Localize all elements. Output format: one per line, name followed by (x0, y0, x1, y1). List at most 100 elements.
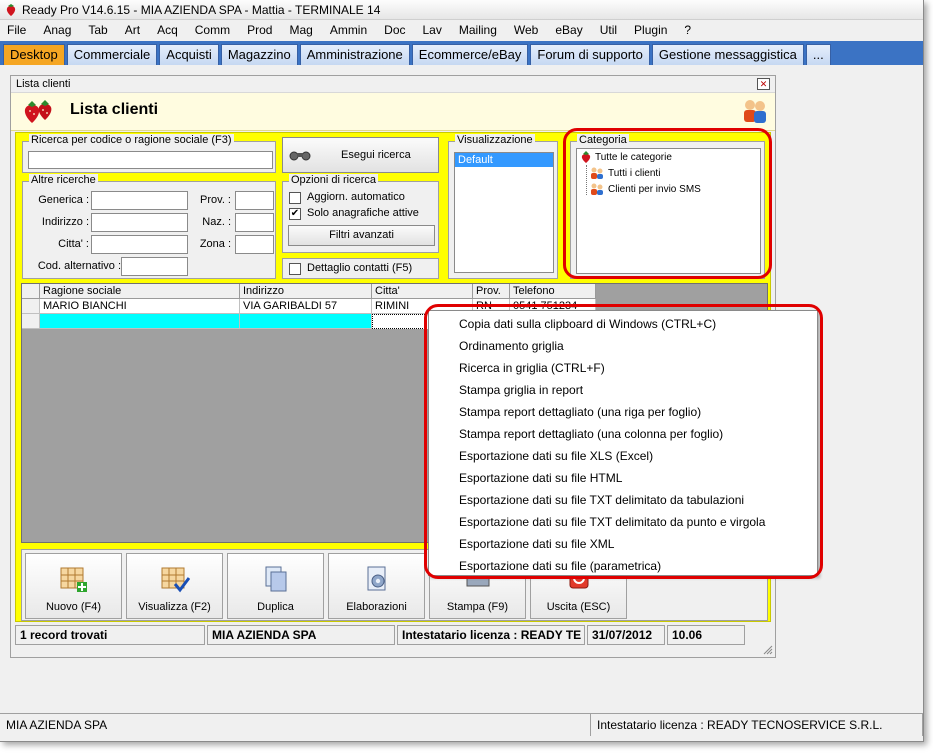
other-searches-group: Altre ricerche Generica : Indirizzo : Ci… (22, 174, 276, 279)
app-status-bar: MIA AZIENDA SPA Intestatario licenza : R… (0, 713, 923, 736)
resize-grip-icon[interactable] (763, 645, 773, 655)
tab-item[interactable]: Magazzino (220, 44, 298, 65)
contact-detail-label: Dettaglio contatti (F5) (307, 262, 413, 274)
window-caption: Lista clienti (11, 76, 775, 93)
menu-item[interactable]: Doc (376, 23, 414, 37)
tab-item[interactable]: Desktop (3, 44, 65, 65)
advanced-filters-button[interactable]: Filtri avanzati (288, 225, 435, 246)
tab-item[interactable]: Gestione messaggistica (651, 44, 804, 65)
indirizzo-label: Indirizzo : (41, 216, 89, 228)
exit-button-label: Uscita (ESC) (546, 601, 611, 613)
close-window-button[interactable]: ✕ (757, 78, 770, 90)
new-row-cell[interactable] (40, 314, 240, 329)
app-title: Ready Pro V14.6.15 - MIA AZIENDA SPA - M… (22, 2, 381, 17)
status-time: 10.06 (667, 625, 745, 645)
naz-label: Naz. : (202, 216, 231, 228)
view-listbox[interactable]: Default (454, 152, 554, 273)
cod-alt-input[interactable] (121, 257, 188, 276)
gear-document-icon (367, 566, 385, 591)
tab-item[interactable]: Ecommerce/eBay (411, 44, 529, 65)
grid-corner (22, 284, 40, 299)
app-license-holder: Intestatario licenza : READY TECNOSERVIC… (591, 714, 923, 736)
menu-item[interactable]: Mailing (451, 23, 506, 37)
view-button[interactable]: Visualizza (F2) (126, 553, 223, 619)
menu-item[interactable]: Util (592, 23, 626, 37)
citta-input[interactable] (91, 235, 188, 254)
table-cell[interactable]: MARIO BIANCHI (40, 299, 240, 314)
company-name: MIA AZIENDA SPA (207, 625, 395, 645)
active-only-checkbox[interactable]: ✔ (289, 208, 301, 220)
status-date: 31/07/2012 (587, 625, 665, 645)
grid-header-ragione-sociale[interactable]: Ragione sociale (40, 284, 240, 299)
new-button[interactable]: Nuovo (F4) (25, 553, 122, 619)
menu-item[interactable]: Plugin (626, 23, 676, 37)
menu-item[interactable]: File (0, 23, 35, 37)
generica-input[interactable] (91, 191, 188, 210)
main-search-input[interactable] (28, 151, 273, 169)
tab-item[interactable]: Amministrazione (299, 44, 410, 65)
menu-item[interactable]: Prod (239, 23, 281, 37)
license-holder: Intestatario licenza : READY TE (397, 625, 585, 645)
row-indicator (22, 299, 40, 314)
view-grid-icon (161, 567, 190, 593)
module-tab-bar: Desktop Commerciale Acquisti Magazzino Ammin… (0, 41, 923, 65)
naz-input[interactable] (235, 213, 274, 232)
search-options-label: Opzioni di ricerca (289, 174, 378, 186)
auto-update-checkbox[interactable] (289, 192, 301, 204)
table-cell[interactable]: VIA GARIBALDI 57 (240, 299, 372, 314)
grid-header-prov[interactable]: Prov. (473, 284, 510, 299)
menu-item[interactable]: Comm (187, 23, 239, 37)
window-header: Lista clienti (11, 93, 775, 131)
users-icon (744, 100, 766, 123)
menu-item[interactable]: Tab (80, 23, 116, 37)
strawberry-logo-icon (6, 3, 16, 16)
duplicate-button-label: Duplica (257, 601, 294, 613)
cod-alt-label: Cod. alternativo : (37, 260, 121, 272)
row-indicator (22, 314, 40, 329)
processing-button-label: Elaborazioni (346, 601, 407, 613)
zona-input[interactable] (235, 235, 274, 254)
prov-input[interactable] (235, 191, 274, 210)
menu-item[interactable]: Web (506, 23, 547, 37)
new-row-cell[interactable] (240, 314, 372, 329)
records-count: 1 record trovati (15, 625, 205, 645)
menu-item[interactable]: Art (117, 23, 149, 37)
duplicate-icon (265, 566, 286, 592)
category-highlight-box (563, 128, 772, 279)
other-searches-label: Altre ricerche (29, 174, 98, 186)
menu-item[interactable]: Acq (149, 23, 187, 37)
grid-header-citta[interactable]: Citta' (372, 284, 473, 299)
window-status-bar: 1 record trovati MIA AZIENDA SPA Intesta… (15, 625, 771, 645)
contact-detail-checkbox[interactable] (289, 263, 301, 275)
menu-item[interactable]: Lav (415, 23, 451, 37)
app-window: Ready Pro V14.6.15 - MIA AZIENDA SPA - M… (0, 0, 924, 742)
processing-button[interactable]: Elaborazioni (328, 553, 425, 619)
grid-header-telefono[interactable]: Telefono (510, 284, 596, 299)
tab-item[interactable]: Forum di supporto (530, 44, 650, 65)
new-grid-icon (60, 567, 87, 592)
indirizzo-input[interactable] (91, 213, 188, 232)
duplicate-button[interactable]: Duplica (227, 553, 324, 619)
view-selected-item[interactable]: Default (455, 153, 553, 167)
new-button-label: Nuovo (F4) (45, 601, 102, 613)
tab-item[interactable]: ... (805, 44, 831, 65)
main-search-label: Ricerca per codice o ragione sociale (F3… (29, 134, 234, 146)
search-options-group: Opzioni di ricerca Aggiorn. automatico ✔… (282, 174, 439, 253)
print-button-label: Stampa (F9) (446, 601, 509, 613)
menu-item[interactable]: Anag (35, 23, 80, 37)
context-menu-highlight-box (424, 304, 823, 579)
citta-label: Citta' : (58, 238, 89, 250)
tab-item[interactable]: Acquisti (159, 44, 219, 65)
run-search-label: Esegui ricerca (341, 149, 411, 161)
auto-update-label: Aggiorn. automatico (307, 191, 405, 203)
menu-item[interactable]: ? (676, 23, 700, 37)
menu-item[interactable]: Ammin (322, 23, 376, 37)
view-label: Visualizzazione (455, 134, 535, 146)
view-button-label: Visualizza (F2) (138, 601, 211, 613)
run-search-button[interactable]: Esegui ricerca (282, 137, 439, 173)
menu-item[interactable]: Mag (281, 23, 321, 37)
menu-item[interactable]: eBay (547, 23, 591, 37)
binoculars-icon (289, 151, 311, 161)
tab-item[interactable]: Commerciale (66, 44, 158, 65)
grid-header-indirizzo[interactable]: Indirizzo (240, 284, 372, 299)
